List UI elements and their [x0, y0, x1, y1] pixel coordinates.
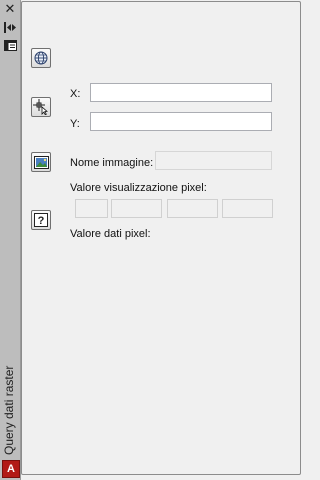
pick-point-icon	[33, 99, 48, 115]
help-icon: ?	[34, 213, 48, 227]
properties-icon[interactable]	[3, 38, 17, 52]
x-coordinate-field[interactable]	[90, 83, 272, 102]
globe-button[interactable]	[31, 48, 51, 68]
query-panel: X: Y: Nome immagine: Valore visualizzazi…	[21, 1, 301, 475]
image-name-field	[155, 151, 272, 170]
pixel-display-box-4	[222, 199, 273, 218]
help-button[interactable]: ?	[31, 210, 51, 230]
pixel-display-box-1	[75, 199, 108, 218]
svg-text:?: ?	[38, 215, 45, 227]
pixel-display-label: Valore visualizzazione pixel:	[70, 182, 207, 194]
pick-point-button[interactable]	[31, 97, 51, 117]
pixel-data-label: Valore dati pixel:	[70, 228, 151, 240]
auto-hide-icon[interactable]	[3, 20, 17, 34]
y-label: Y:	[70, 118, 80, 130]
close-icon[interactable]: ✕	[3, 2, 17, 16]
raster-image-icon	[33, 155, 49, 169]
y-coordinate-field[interactable]	[90, 112, 272, 131]
image-name-label: Nome immagine:	[70, 157, 154, 169]
palette-strip: ✕ Query dati raster A	[0, 0, 21, 480]
pixel-display-box-3	[167, 199, 218, 218]
x-label: X:	[70, 88, 81, 100]
globe-icon	[34, 51, 48, 65]
pixel-display-box-2	[111, 199, 162, 218]
autocad-logo: A	[2, 460, 20, 478]
palette-title: Query dati raster	[2, 365, 16, 455]
image-button[interactable]	[31, 152, 51, 172]
